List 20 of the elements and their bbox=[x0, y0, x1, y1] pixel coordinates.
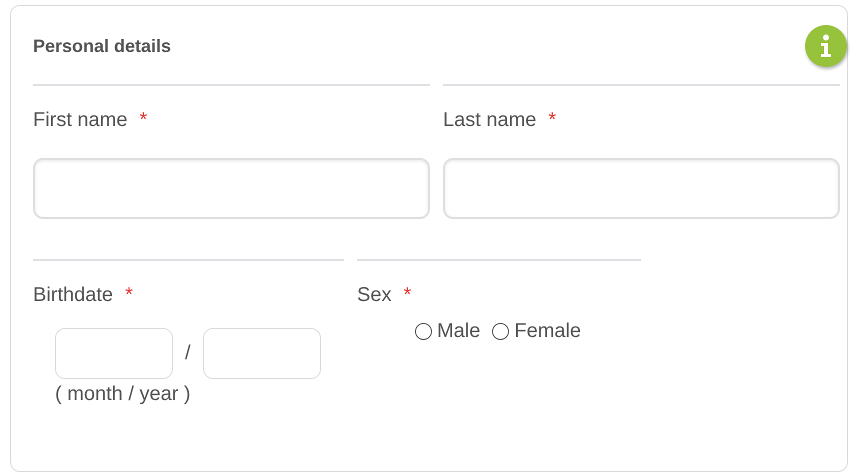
required-mark: * bbox=[403, 284, 412, 307]
info-icon[interactable] bbox=[805, 25, 847, 67]
required-mark: * bbox=[139, 109, 148, 132]
radio-button[interactable] bbox=[492, 323, 510, 340]
field-label: Birthdate bbox=[33, 284, 114, 307]
required-mark: * bbox=[548, 109, 556, 132]
text-input-field[interactable] bbox=[33, 158, 430, 219]
radio-label[interactable]: Female bbox=[514, 320, 582, 343]
year-input-field[interactable] bbox=[202, 328, 321, 379]
month-input-field[interactable] bbox=[55, 328, 173, 379]
field-label: Sex bbox=[357, 284, 392, 307]
radio-button[interactable] bbox=[415, 323, 432, 340]
field-label: First name bbox=[33, 109, 128, 132]
section-title: Personal details bbox=[33, 36, 172, 56]
date-format-hint: ( month / year ) bbox=[55, 383, 191, 406]
field-label: Last name bbox=[443, 109, 536, 132]
required-mark: * bbox=[125, 284, 133, 307]
date-separator: / bbox=[185, 342, 191, 365]
radio-label[interactable]: Male bbox=[437, 320, 480, 343]
text-input-field[interactable] bbox=[443, 158, 840, 219]
